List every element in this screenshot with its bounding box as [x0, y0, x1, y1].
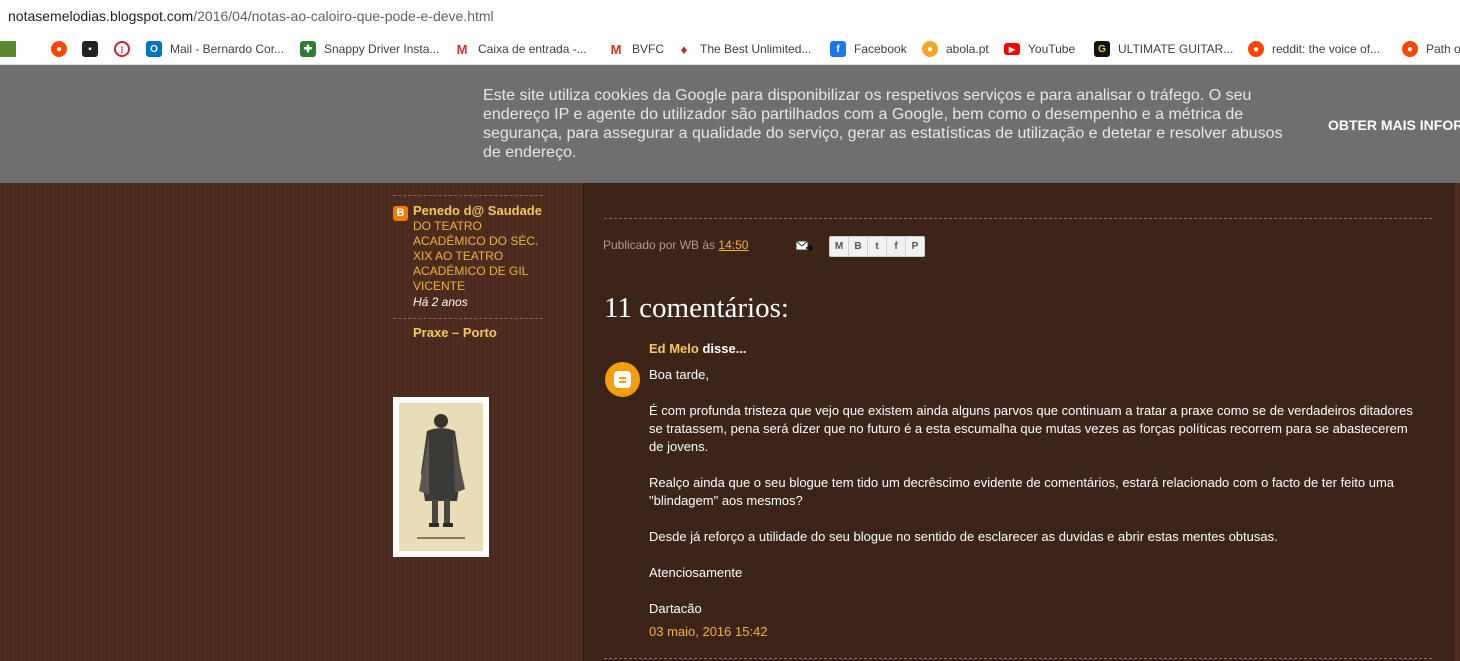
post-time-link[interactable]: 14:50 — [718, 238, 748, 252]
figure-illustration — [399, 403, 483, 551]
comment-body: Boa tarde, É com profunda tristeza que v… — [649, 366, 1419, 636]
reddit-icon: ● — [1248, 41, 1264, 57]
reddit-icon: ● — [1402, 41, 1418, 57]
abola-icon: ● — [922, 41, 938, 57]
bookmark-label: YouTube — [1028, 42, 1076, 56]
comments-heading: 11 comentários: — [604, 292, 789, 324]
bookmark-bvfc[interactable]: M BVFC — [608, 39, 664, 59]
post-byline: Publicado por WB às 14:50 — [603, 238, 748, 252]
comment-paragraph: Atenciosamente — [649, 565, 743, 580]
bookmark-facebook[interactable]: f Facebook — [830, 39, 907, 59]
bookmark-label: Path o — [1426, 42, 1460, 56]
minecraft-icon — [0, 41, 16, 57]
blog-title-link[interactable]: Penedo d@ Saudade — [413, 203, 543, 219]
comment-author-line: Ed Melo disse... — [649, 341, 747, 356]
circle-icon: | — [114, 41, 130, 57]
portrait-illustration — [399, 403, 483, 551]
bookmark-label: abola.pt — [946, 42, 989, 56]
bookmark-label: BVFC — [632, 42, 665, 56]
bookmark-item[interactable]: | — [114, 39, 138, 59]
bookmarks-bar: ● ▪ | O Mail - Bernardo Cor... ✚ Snappy Dr… — [0, 34, 1460, 65]
blog-list-item: B Penedo d@ Saudade DO TEATRO ACADÉMICO … — [393, 196, 543, 318]
byline-prefix: Publicado por WB às — [603, 238, 716, 252]
flame-icon: ♦ — [676, 41, 692, 57]
url-host: notasemelodias.blogspot.com — [8, 8, 194, 24]
bookmark-label: reddit: the voice of... — [1272, 42, 1381, 56]
comment-paragraph: Dartacão — [649, 601, 702, 616]
comment-paragraph: Boa tarde, — [649, 367, 709, 382]
bookmark-path[interactable]: ● Path o — [1402, 39, 1460, 59]
reddit-icon: ● — [51, 41, 67, 57]
ghost-icon: ▪ — [82, 41, 98, 57]
email-share-icon[interactable]: M — [830, 237, 849, 256]
email-post-icon[interactable] — [795, 239, 813, 252]
cookie-message: Este site utiliza cookies da Google para… — [483, 87, 1283, 161]
bookmark-unlimited[interactable]: ♦ The Best Unlimited... — [676, 39, 811, 59]
facebook-icon: f — [830, 41, 846, 57]
comment-paragraph: Realço ainda que o seu blogue tem tido u… — [649, 475, 1395, 508]
facebook-share-icon[interactable]: f — [887, 237, 906, 256]
bookmark-label: Facebook — [854, 42, 907, 56]
guitar-icon: G — [1094, 41, 1110, 57]
divider — [604, 218, 1432, 219]
comment-paragraph: Desde já reforço a utilidade do seu blog… — [649, 529, 1278, 544]
gmail-icon: M — [608, 41, 624, 57]
outlook-icon: O — [146, 41, 162, 57]
bookmark-item[interactable] — [0, 39, 24, 59]
bookmark-ultimate-guitar[interactable]: G ULTIMATE GUITAR... — [1094, 39, 1233, 59]
youtube-icon: ▶ — [1004, 43, 1020, 55]
bookmark-reddit[interactable]: ● reddit: the voice of... — [1248, 39, 1380, 59]
bookmark-label: Mail - Bernardo Cor... — [170, 42, 285, 56]
blog-post-link[interactable]: DO TEATRO ACADÉMICO DO SÉC. XIX AO TEATR… — [413, 219, 543, 294]
bookmark-inbox[interactable]: M Caixa de entrada -... — [454, 39, 587, 59]
sidebar: B Penedo d@ Saudade DO TEATRO ACADÉMICO … — [393, 183, 543, 340]
bookmark-item[interactable]: ● — [51, 39, 75, 59]
avatar — [605, 362, 640, 397]
bookmark-snappy[interactable]: ✚ Snappy Driver Insta... — [300, 39, 439, 59]
comment-author-link[interactable]: Ed Melo — [649, 341, 699, 356]
share-buttons: M B t f P — [829, 236, 925, 257]
comment-date-link[interactable]: 03 maio, 2016 15:42 — [649, 624, 768, 639]
bookmark-abola[interactable]: ● abola.pt — [922, 39, 989, 59]
bookmark-item[interactable]: ▪ — [82, 39, 106, 59]
blogger-icon: B — [393, 206, 408, 221]
bookmark-label: ULTIMATE GUITAR... — [1118, 42, 1234, 56]
bookmark-youtube[interactable]: ▶ YouTube — [1004, 39, 1075, 59]
comment-paragraph: É com profunda tristeza que vejo que exi… — [649, 403, 1413, 454]
blogger-avatar-icon — [614, 371, 631, 388]
bookmark-label: The Best Unlimited... — [700, 42, 812, 56]
url-path: /2016/04/notas-ao-caloiro-que-pode-e-dev… — [193, 8, 494, 24]
portrait-image[interactable] — [393, 397, 489, 557]
bookmark-label: Snappy Driver Insta... — [324, 42, 440, 56]
comment-said: disse... — [702, 341, 747, 356]
blog-link-praxe-porto[interactable]: Praxe – Porto — [393, 319, 543, 340]
gmail-icon: M — [454, 41, 470, 57]
bookmark-label: Caixa de entrada -... — [478, 42, 587, 56]
post-age: Há 2 anos — [413, 295, 468, 309]
cookie-banner: Este site utiliza cookies da Google para… — [0, 65, 1460, 183]
pinterest-share-icon[interactable]: P — [906, 237, 924, 256]
more-info-link[interactable]: OBTER MAIS INFOR — [1328, 117, 1460, 133]
twitter-share-icon[interactable]: t — [868, 237, 887, 256]
blogger-share-icon[interactable]: B — [849, 237, 868, 256]
puzzle-icon: ✚ — [300, 41, 316, 57]
divider — [604, 658, 1432, 659]
bookmark-mail[interactable]: O Mail - Bernardo Cor... — [146, 39, 284, 59]
address-bar[interactable]: notasemelodias.blogspot.com/2016/04/nota… — [0, 0, 1460, 34]
url-text[interactable]: notasemelodias.blogspot.com/2016/04/nota… — [8, 8, 494, 24]
